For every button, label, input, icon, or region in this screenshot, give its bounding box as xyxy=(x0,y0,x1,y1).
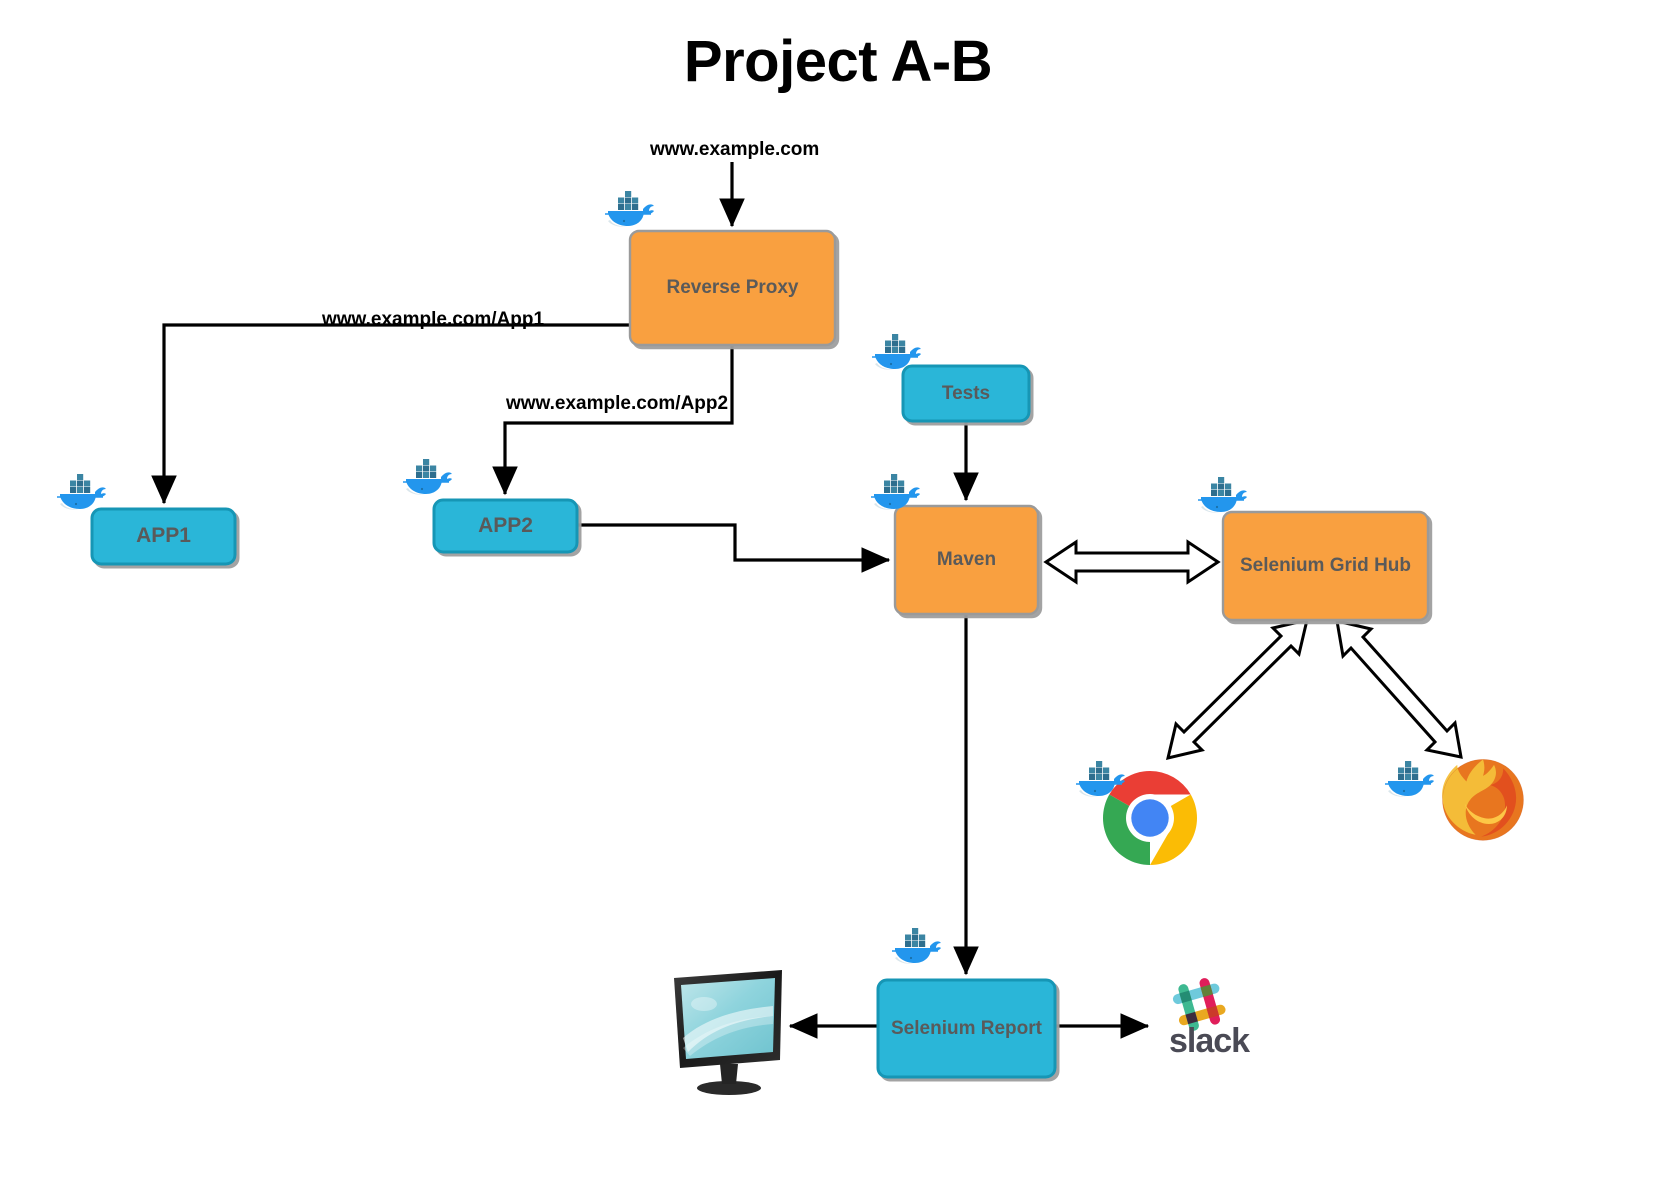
slack-wordmark: slack xyxy=(1169,1022,1250,1060)
docker-icon xyxy=(54,473,108,522)
edge-label-url_app2: www.example.com/App2 xyxy=(506,393,729,414)
docker-icon xyxy=(602,190,656,239)
edge-grid-firefox xyxy=(1335,619,1463,759)
monitor-icon xyxy=(670,968,788,1101)
node-box-selenium_report[interactable] xyxy=(876,978,1057,1079)
docker-icon xyxy=(868,473,922,522)
edge-maven-grid xyxy=(1043,539,1221,585)
node-box-app2[interactable] xyxy=(432,498,579,554)
docker-icon xyxy=(1073,760,1127,809)
docker-icon xyxy=(869,333,923,382)
diagram-connections xyxy=(90,162,1463,1079)
node-box-app1[interactable] xyxy=(90,507,237,566)
docker-icon xyxy=(400,458,454,507)
docker-icon xyxy=(1382,760,1436,809)
docker-icon xyxy=(1195,476,1249,525)
node-box-maven[interactable] xyxy=(893,504,1040,616)
edge-label-url_root: www.example.com xyxy=(650,139,820,160)
node-box-reverse_proxy[interactable] xyxy=(628,229,837,347)
edge-app2-maven xyxy=(577,523,891,573)
node-box-selenium_grid[interactable] xyxy=(1221,510,1430,622)
edge-grid-chrome xyxy=(1165,617,1310,761)
diagram-canvas: Project A-B Reverse Proxy APP1 APP2 Test… xyxy=(0,0,1676,1198)
edge-label-url_app1: www.example.com/App1 xyxy=(322,309,545,330)
docker-icon xyxy=(889,927,943,976)
edge-proxy-app2 xyxy=(492,345,734,496)
firefox-icon xyxy=(1437,752,1529,849)
